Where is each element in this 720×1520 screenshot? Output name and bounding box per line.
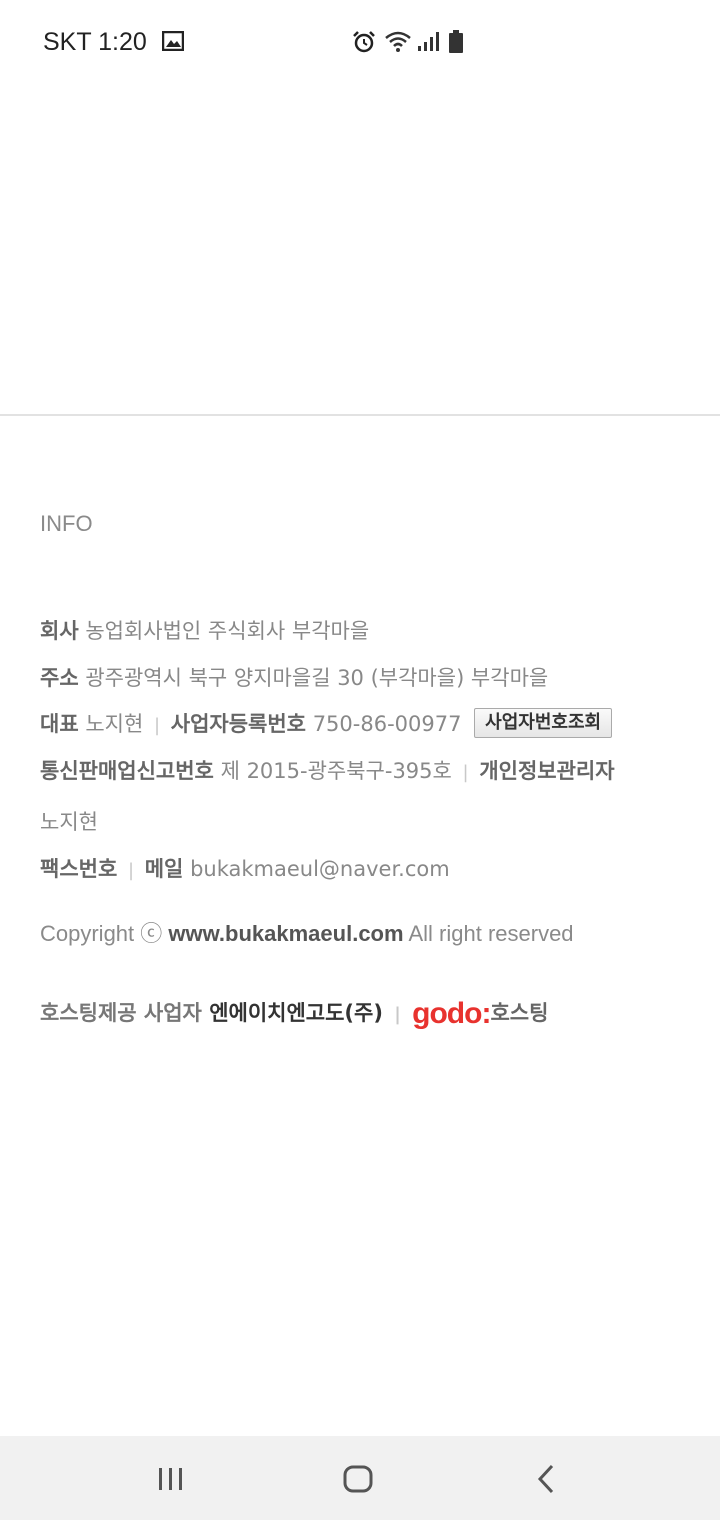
copyright: Copyright ⓒ www.bukakmaeul.com All right…: [40, 916, 574, 948]
alarm-icon: [353, 31, 375, 53]
company-value: 농업회사법인 주식회사 부각마을: [85, 619, 370, 643]
ceo-line: 대표 노지현 | 사업자등록번호 750-86-00977 사업자번호조회: [40, 708, 613, 740]
header-divider: [0, 414, 720, 416]
mailorder-value: 제 2015-광주북구-395호: [220, 759, 452, 783]
privacy-label: 개인정보관리자: [479, 759, 615, 783]
bizno-label: 사업자등록번호: [170, 712, 306, 736]
gallery-icon: [162, 31, 184, 51]
info-title: INFO: [40, 511, 93, 536]
godo-logo: godo:: [412, 997, 491, 1030]
ceo-label: 대표: [40, 712, 79, 736]
wifi-icon: [385, 31, 411, 52]
signal-icon: [418, 32, 439, 51]
company-line: 회사 농업회사법인 주식회사 부각마을: [40, 615, 369, 645]
separator: |: [127, 860, 135, 881]
back-icon[interactable]: [534, 1464, 558, 1494]
status-bar: SKT 1:20: [0, 0, 720, 84]
hosting-company: 엔에이치엔고도(주): [209, 1001, 383, 1025]
ceo-value: 노지현: [85, 712, 144, 736]
bizno-value: 750-86-00977: [312, 712, 462, 736]
copyright-prefix: Copyright ⓒ: [40, 921, 163, 946]
copyright-site-link[interactable]: www.bukakmaeul.com: [168, 921, 403, 946]
address-line: 주소 광주광역시 북구 양지마을길 30 (부각마을) 부각마을: [40, 662, 548, 692]
fax-label: 팩스번호: [40, 857, 118, 881]
privacy-value-line: 노지현: [40, 806, 98, 836]
privacy-value: 노지현: [40, 810, 98, 834]
hosting-label: 호스팅제공 사업자: [40, 1001, 202, 1025]
home-icon[interactable]: [342, 1464, 374, 1494]
nav-bar: [0, 1436, 720, 1520]
copyright-suffix: All right reserved: [408, 921, 574, 946]
bizno-lookup-button[interactable]: 사업자번호조회: [474, 708, 613, 738]
recent-apps-icon[interactable]: [156, 1466, 186, 1492]
carrier-time: SKT 1:20: [43, 28, 147, 56]
email-label: 메일: [144, 857, 184, 881]
separator: |: [153, 715, 161, 736]
company-label: 회사: [40, 619, 79, 643]
contact-line: 팩스번호 | 메일 bukakmaeul@naver.com: [40, 853, 450, 883]
mailorder-label: 통신판매업신고번호: [40, 759, 214, 783]
hosting-info[interactable]: 호스팅제공 사업자 엔에이치엔고도(주) | godo:호스팅: [40, 994, 549, 1030]
email-value[interactable]: bukakmaeul@naver.com: [190, 857, 450, 881]
godo-logo-suffix: 호스팅: [490, 1001, 549, 1025]
battery-icon: [449, 30, 463, 53]
mailorder-line: 통신판매업신고번호 제 2015-광주북구-395호 | 개인정보관리자: [40, 755, 615, 785]
address-value: 광주광역시 북구 양지마을길 30 (부각마을) 부각마을: [85, 666, 549, 690]
separator: |: [394, 1004, 401, 1025]
separator: |: [462, 762, 469, 783]
address-label: 주소: [40, 666, 79, 690]
